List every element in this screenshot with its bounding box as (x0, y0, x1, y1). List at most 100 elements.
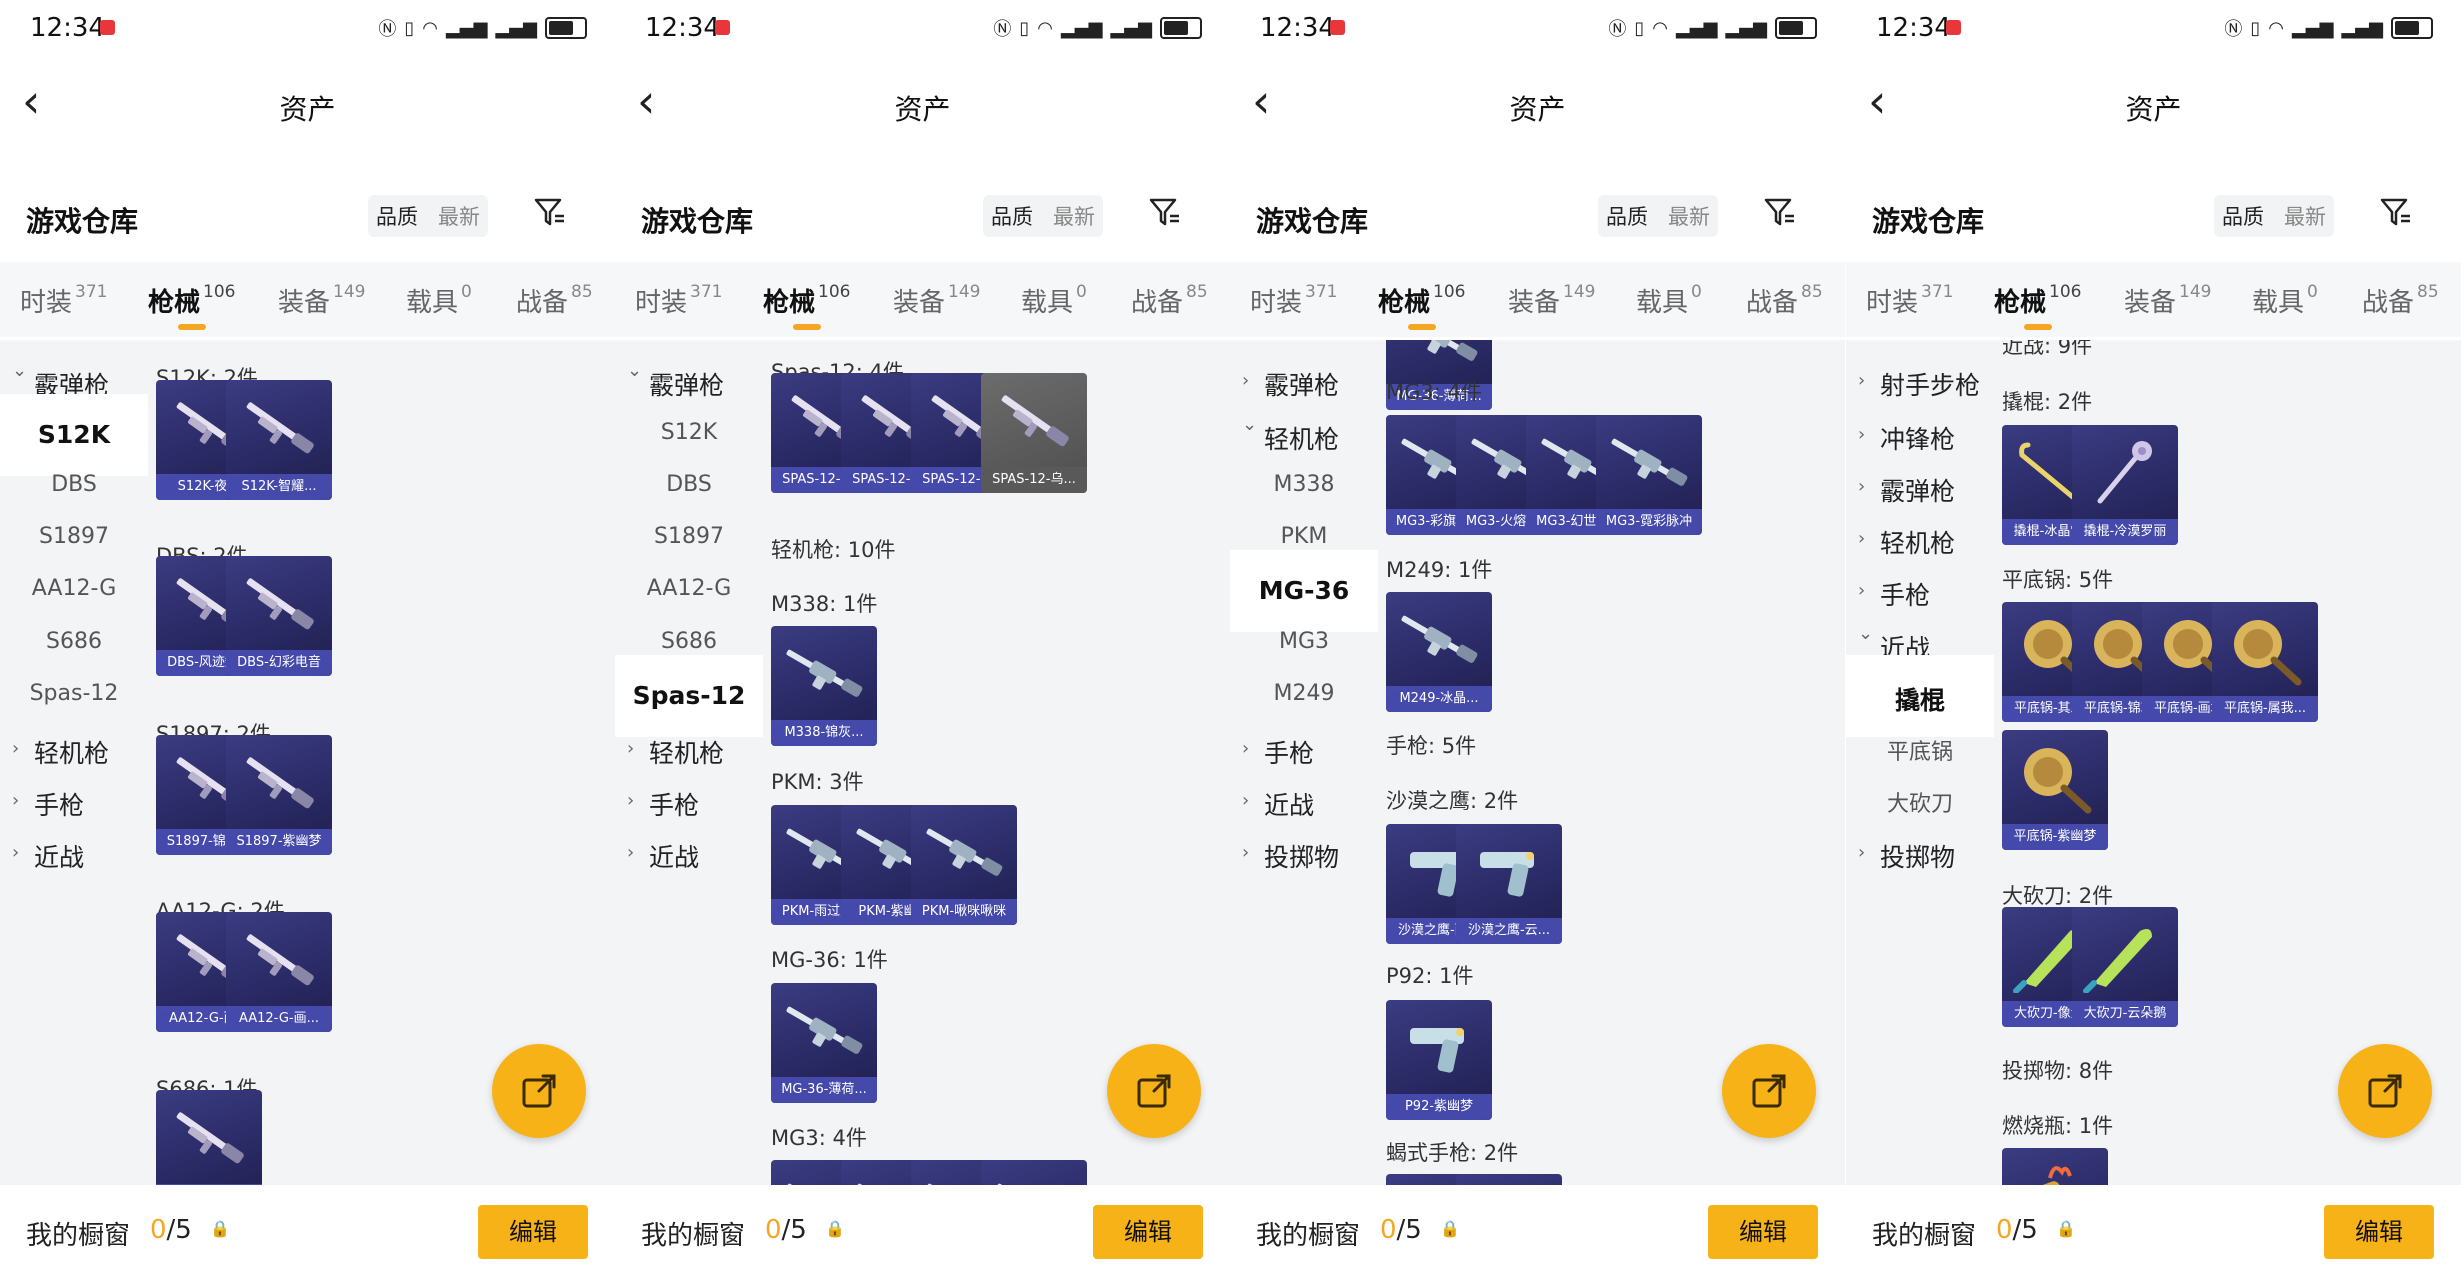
item-card[interactable]: M249-冰晶... (1386, 592, 1492, 712)
tab-0[interactable]: 时装 371 (635, 282, 722, 319)
tab-count: 371 (1921, 282, 1954, 302)
tab-3[interactable]: 载具 0 (406, 282, 472, 319)
tab-4[interactable]: 战备 85 (2362, 282, 2439, 319)
showcase-count: 0/5 (1380, 1215, 1422, 1245)
tab-label: 时装 (1866, 288, 1919, 318)
tab-2[interactable]: 装备 149 (278, 282, 365, 319)
item-card[interactable]: S1897-紫幽梦 (226, 735, 332, 855)
filter-icon[interactable] (2379, 195, 2413, 238)
tab-label: 装备 (2124, 288, 2177, 318)
sidebar-item-label: M338 (1273, 472, 1335, 497)
share-button[interactable] (492, 1044, 586, 1138)
recording-icon (715, 20, 730, 35)
sort-options: 品质 最新 (368, 195, 488, 237)
share-button[interactable] (1722, 1044, 1816, 1138)
item-card[interactable]: M338-锦灰... (771, 626, 877, 746)
sidebar-item-label: S686 (661, 629, 717, 654)
filter-icon[interactable] (533, 195, 567, 238)
tab-1[interactable]: 枪械 106 (763, 282, 850, 319)
tab-label: 装备 (893, 288, 946, 318)
tab-4[interactable]: 战备 85 (1746, 282, 1823, 319)
sidebar-item-label: DBS (666, 472, 712, 497)
sidebar-item[interactable]: › 近战 (615, 812, 763, 894)
chevron-right-icon: › (12, 790, 20, 811)
tab-label: 时装 (1250, 288, 1303, 318)
tab-1[interactable]: 枪械 106 (1994, 282, 2081, 319)
item-card-label: S1897-紫幽梦 (226, 829, 332, 855)
tab-4[interactable]: 战备 85 (1131, 282, 1208, 319)
share-button[interactable] (1107, 1044, 1201, 1138)
tab-0[interactable]: 时装 371 (20, 282, 107, 319)
sidebar-item[interactable]: › 投掷物 (1846, 812, 1994, 894)
tab-count: 0 (2307, 282, 2318, 302)
tab-2[interactable]: 装备 149 (1508, 282, 1595, 319)
item-card[interactable] (2002, 1148, 2108, 1185)
tab-0[interactable]: 时装 371 (1866, 282, 1953, 319)
tab-label: 装备 (278, 288, 331, 318)
edit-button[interactable]: 编辑 (1708, 1205, 1818, 1259)
item-card[interactable]: 撬棍-冷漠罗丽 (2072, 425, 2178, 545)
tab-3[interactable]: 载具 0 (2252, 282, 2318, 319)
item-card[interactable]: 平底锅-属我... (2212, 602, 2318, 722)
machine-gun-icon (919, 815, 1009, 891)
item-card[interactable]: MG3-霓彩脉冲 (1596, 415, 1702, 535)
item-card[interactable] (1456, 1174, 1562, 1185)
sidebar-item-label: S686 (46, 629, 102, 654)
item-card[interactable]: S12K-智耀... (226, 380, 332, 500)
chevron-right-icon: › (1858, 424, 1866, 445)
tab-2[interactable]: 装备 149 (893, 282, 980, 319)
sort-newest-button[interactable]: 最新 (2284, 201, 2326, 231)
sidebar-item[interactable]: › 投掷物 (1230, 812, 1378, 894)
tab-3[interactable]: 载具 0 (1636, 282, 1702, 319)
item-card[interactable]: 大砍刀-云朵鹅 (2072, 907, 2178, 1027)
item-card[interactable]: AA12-G-画... (226, 912, 332, 1032)
item-card[interactable]: 沙漠之鹰-云... (1456, 824, 1562, 944)
nfc-icon: Ⓝ (2224, 19, 2243, 40)
tab-0[interactable]: 时装 371 (1250, 282, 1337, 319)
edit-button[interactable]: 编辑 (2324, 1205, 2434, 1259)
warehouse-header: 游戏仓库 品质 最新 (0, 195, 615, 245)
item-card[interactable]: DBS-幻彩电音 (226, 556, 332, 676)
sort-newest-button[interactable]: 最新 (1053, 201, 1095, 231)
machete-icon (2080, 917, 2170, 994)
filter-icon[interactable] (1763, 195, 1797, 238)
sort-quality-button[interactable]: 品质 (1606, 201, 1648, 231)
sort-quality-button[interactable]: 品质 (376, 201, 418, 231)
filter-icon[interactable] (1148, 195, 1182, 238)
tab-3[interactable]: 载具 0 (1021, 282, 1087, 319)
sort-newest-button[interactable]: 最新 (438, 201, 480, 231)
status-icons: Ⓝ ▯ ◠ ▂▄▆ ▂▄▆ (1608, 15, 1817, 41)
sort-quality-button[interactable]: 品质 (991, 201, 1033, 231)
item-card[interactable] (156, 1090, 262, 1185)
share-button[interactable] (2338, 1044, 2432, 1138)
showcase-bar: 我的橱窗 0/5 🔒 编辑 (1230, 1185, 1845, 1279)
shotgun-icon (989, 383, 1079, 459)
page-title: 资产 (1509, 93, 1566, 126)
item-card[interactable]: SPAS-12-乌... (981, 373, 1087, 493)
recording-icon (1946, 20, 1961, 35)
tab-4[interactable]: 战备 85 (516, 282, 593, 319)
tab-label: 载具 (2252, 288, 2305, 318)
tab-count: 106 (203, 282, 236, 302)
shotgun-icon (164, 1100, 254, 1176)
item-card[interactable]: MG-36-薄荷... (771, 983, 877, 1103)
shotgun-icon (234, 922, 324, 998)
sidebar-item[interactable]: › 近战 (0, 812, 148, 894)
item-card-label: 平底锅-紫幽梦 (2002, 824, 2108, 850)
tab-1[interactable]: 枪械 106 (1378, 282, 1465, 319)
showcase-count-total: /5 (781, 1215, 807, 1245)
item-card[interactable]: PKM-啾咪啾咪 (911, 805, 1017, 925)
phone-screen: 12:34 Ⓝ ▯ ◠ ▂▄▆ ▂▄▆ ‹ 资产 游戏仓库 品质 最新 时装 371 枪械 106 装备 149… (1846, 0, 2461, 1279)
item-card[interactable]: 平底锅-紫幽梦 (2002, 730, 2108, 850)
item-card[interactable] (981, 1160, 1087, 1185)
sort-quality-button[interactable]: 品质 (2222, 201, 2264, 231)
tab-count: 0 (1076, 282, 1087, 302)
tab-1[interactable]: 枪械 106 (148, 282, 235, 319)
sort-newest-button[interactable]: 最新 (1668, 201, 1710, 231)
edit-button[interactable]: 编辑 (478, 1205, 588, 1259)
lock-icon: 🔒 (1440, 1219, 1460, 1238)
edit-button[interactable]: 编辑 (1093, 1205, 1203, 1259)
tab-2[interactable]: 装备 149 (2124, 282, 2211, 319)
item-card[interactable]: P92-紫幽梦 (1386, 1000, 1492, 1120)
group-title: MG3: 4件 (1386, 380, 1482, 404)
